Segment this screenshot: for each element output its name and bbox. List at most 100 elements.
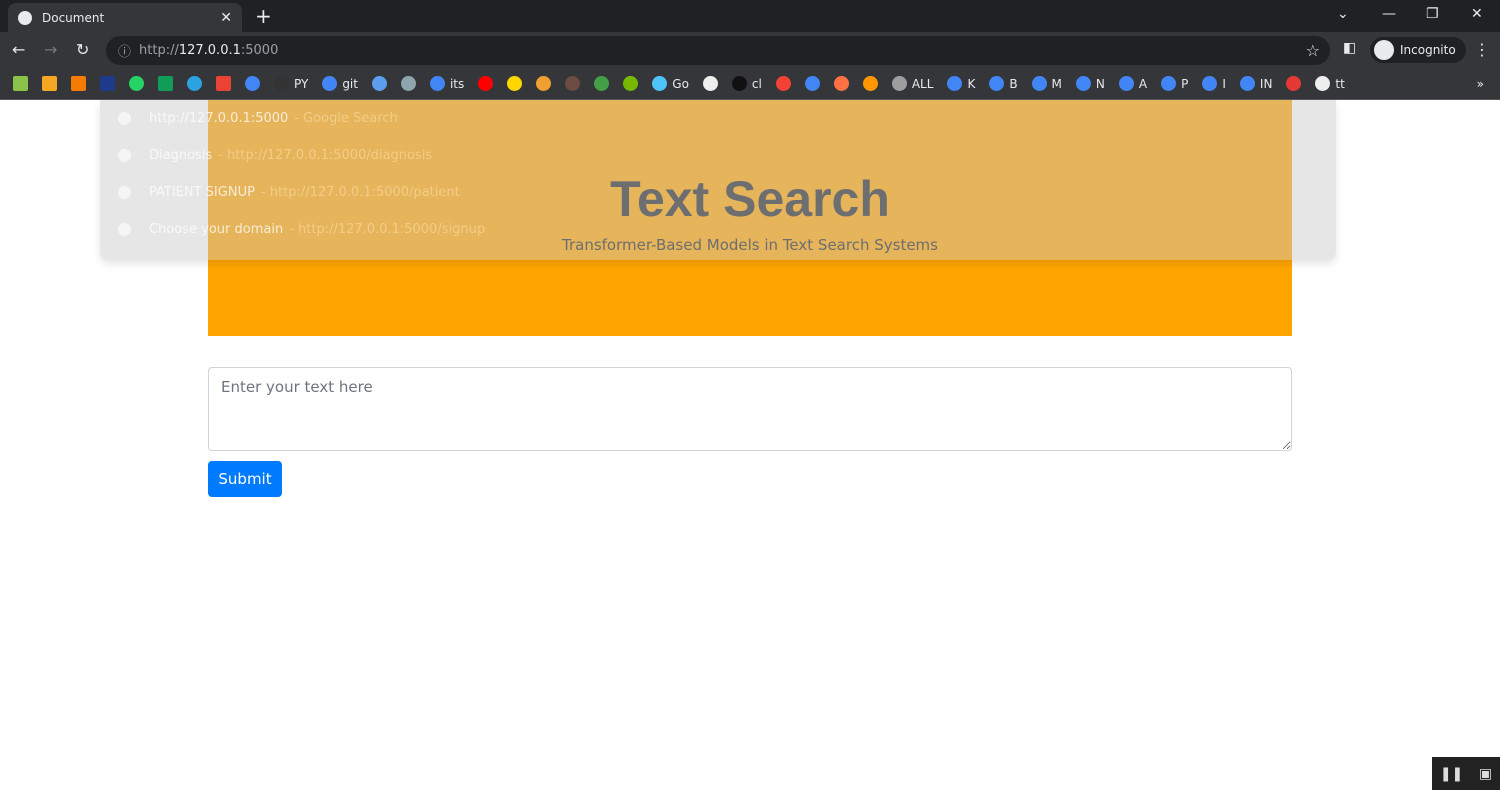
suggestion-url: - http://127.0.0.1:5000/patient [260,185,460,200]
bookmark-label: P [1181,76,1189,91]
suggestion-item[interactable]: http://127.0.0.1:5000 - Google Search [100,100,1336,137]
globe-icon [118,186,131,199]
bookmark-favicon-icon [652,76,668,91]
address-bar[interactable]: ⓘ http://127.0.0.1:5000 ☆ [106,36,1330,65]
bookmark-favicon-icon [187,76,202,91]
search-icon [118,112,131,125]
bookmark-favicon-icon [1286,76,1302,91]
bookmark-item[interactable]: M [1029,76,1065,91]
suggestion-item[interactable]: Diagnosis - http://127.0.0.1:5000/diagnos… [100,137,1336,174]
suggestion-item[interactable]: PATIENT SIGNUP - http://127.0.0.1:5000/pa… [100,174,1336,211]
bookmark-favicon-icon [478,76,494,91]
submit-button[interactable]: Submit [208,461,282,497]
side-panel-icon[interactable]: ◧ [1343,40,1356,56]
incognito-icon [1374,40,1394,60]
bookmark-item[interactable] [398,76,419,91]
bookmark-item[interactable] [369,76,390,91]
bookmark-favicon-icon [1075,76,1091,91]
reload-button[interactable]: ↻ [76,40,89,59]
bookmark-favicon-icon [833,76,849,91]
picture-in-picture-icon[interactable]: ▣ [1479,766,1492,782]
bookmark-item[interactable] [700,76,721,91]
bookmark-item[interactable]: K [944,76,978,91]
forward-button[interactable]: → [44,40,57,59]
close-window-button[interactable]: ✕ [1471,6,1483,22]
tab-document[interactable]: Document ✕ [8,3,242,32]
bookmark-item[interactable] [68,76,89,91]
bookmark-item[interactable] [10,76,31,91]
text-input[interactable] [208,367,1292,451]
bookmark-favicon-icon [274,76,289,91]
profile-label: Incognito [1400,43,1456,57]
omnibox-suggestions: http://127.0.0.1:5000 - Google Search Dia… [100,100,1336,260]
minimize-button[interactable]: — [1382,6,1396,22]
bookmark-item[interactable]: P [1158,76,1191,91]
close-tab-icon[interactable]: ✕ [220,10,232,26]
bookmark-favicon-icon [536,76,552,91]
back-button[interactable]: ← [12,40,25,59]
bookmark-item[interactable] [155,76,176,91]
globe-icon [118,149,131,162]
bookmark-item[interactable]: its [427,76,467,91]
bookmark-item[interactable] [860,76,881,91]
restore-button[interactable]: ❐ [1426,6,1439,22]
bookmark-favicon-icon [1239,76,1255,91]
bookmark-item[interactable]: PY [271,76,311,91]
url-scheme: http:// [139,43,179,58]
suggestion-item[interactable]: Choose your domain - http://127.0.0.1:500… [100,211,1336,248]
browser-toolbar: ← → ↻ ⓘ http://127.0.0.1:5000 ☆ ◧ Incogn… [0,32,1500,68]
bookmark-item[interactable] [97,76,118,91]
bookmark-item[interactable] [831,76,852,91]
bookmark-favicon-icon [100,76,115,91]
bookmark-item[interactable]: cl [729,76,765,91]
bookmark-item[interactable]: ALL [889,76,937,91]
bookmark-item[interactable] [213,76,234,91]
bookmark-item[interactable]: B [986,76,1020,91]
bookmark-favicon-icon [862,76,878,91]
info-icon: ⓘ [118,45,132,60]
bookmark-item[interactable] [591,76,612,91]
bookmark-item[interactable]: Go [649,76,692,91]
bookmark-item[interactable] [504,76,525,91]
bookmark-item[interactable]: git [319,76,361,91]
new-tab-button[interactable]: + [255,4,272,28]
menu-icon[interactable]: ⋮ [1474,40,1490,59]
bookmark-item[interactable] [39,76,60,91]
bookmark-item[interactable]: A [1116,76,1150,91]
bookmark-favicon-icon [429,76,445,91]
bookmark-item[interactable]: tt [1312,76,1347,91]
bookmark-label: Go [672,76,689,91]
bookmark-item[interactable] [184,76,205,91]
bookmark-favicon-icon [71,76,86,91]
more-bookmarks-button[interactable]: » [1477,77,1484,91]
bookmark-favicon-icon [129,76,144,91]
bookmark-item[interactable]: IN [1237,76,1276,91]
bookmark-item[interactable] [475,76,496,91]
bookmarks-bar: PY git its Go cl ALL K B M N A P I IN tt » [0,68,1500,100]
bookmark-label: IN [1259,76,1273,91]
bookmark-favicon-icon [1031,76,1047,91]
bookmark-item[interactable] [126,76,147,91]
bookmark-favicon-icon [371,76,387,91]
bookmark-item[interactable]: N [1073,76,1108,91]
tab-strip: Document ✕ + ⌄ — ❐ ✕ [0,0,1500,32]
tab-search-icon[interactable]: ⌄ [1337,6,1349,22]
bookmark-favicon-icon [623,76,639,91]
bookmark-favicon-icon [400,76,416,91]
pause-icon[interactable]: ❚❚ [1440,766,1463,782]
bookmark-item[interactable] [533,76,554,91]
bookmark-item[interactable] [773,76,794,91]
bookmark-favicon-icon [1118,76,1134,91]
bookmark-star-icon[interactable]: ☆ [1306,41,1320,60]
bookmark-item[interactable] [1283,76,1304,91]
incognito-profile[interactable]: Incognito [1370,37,1466,63]
bookmark-favicon-icon [13,76,28,91]
bookmark-item[interactable] [802,76,823,91]
bookmark-item[interactable] [242,76,263,91]
bookmark-favicon-icon [322,76,338,91]
bookmark-item[interactable]: I [1199,76,1229,91]
bookmark-item[interactable] [620,76,641,91]
bookmark-favicon-icon [158,76,173,91]
bookmark-item[interactable] [562,76,583,91]
recording-controls: ❚❚ ▣ [1432,757,1500,790]
